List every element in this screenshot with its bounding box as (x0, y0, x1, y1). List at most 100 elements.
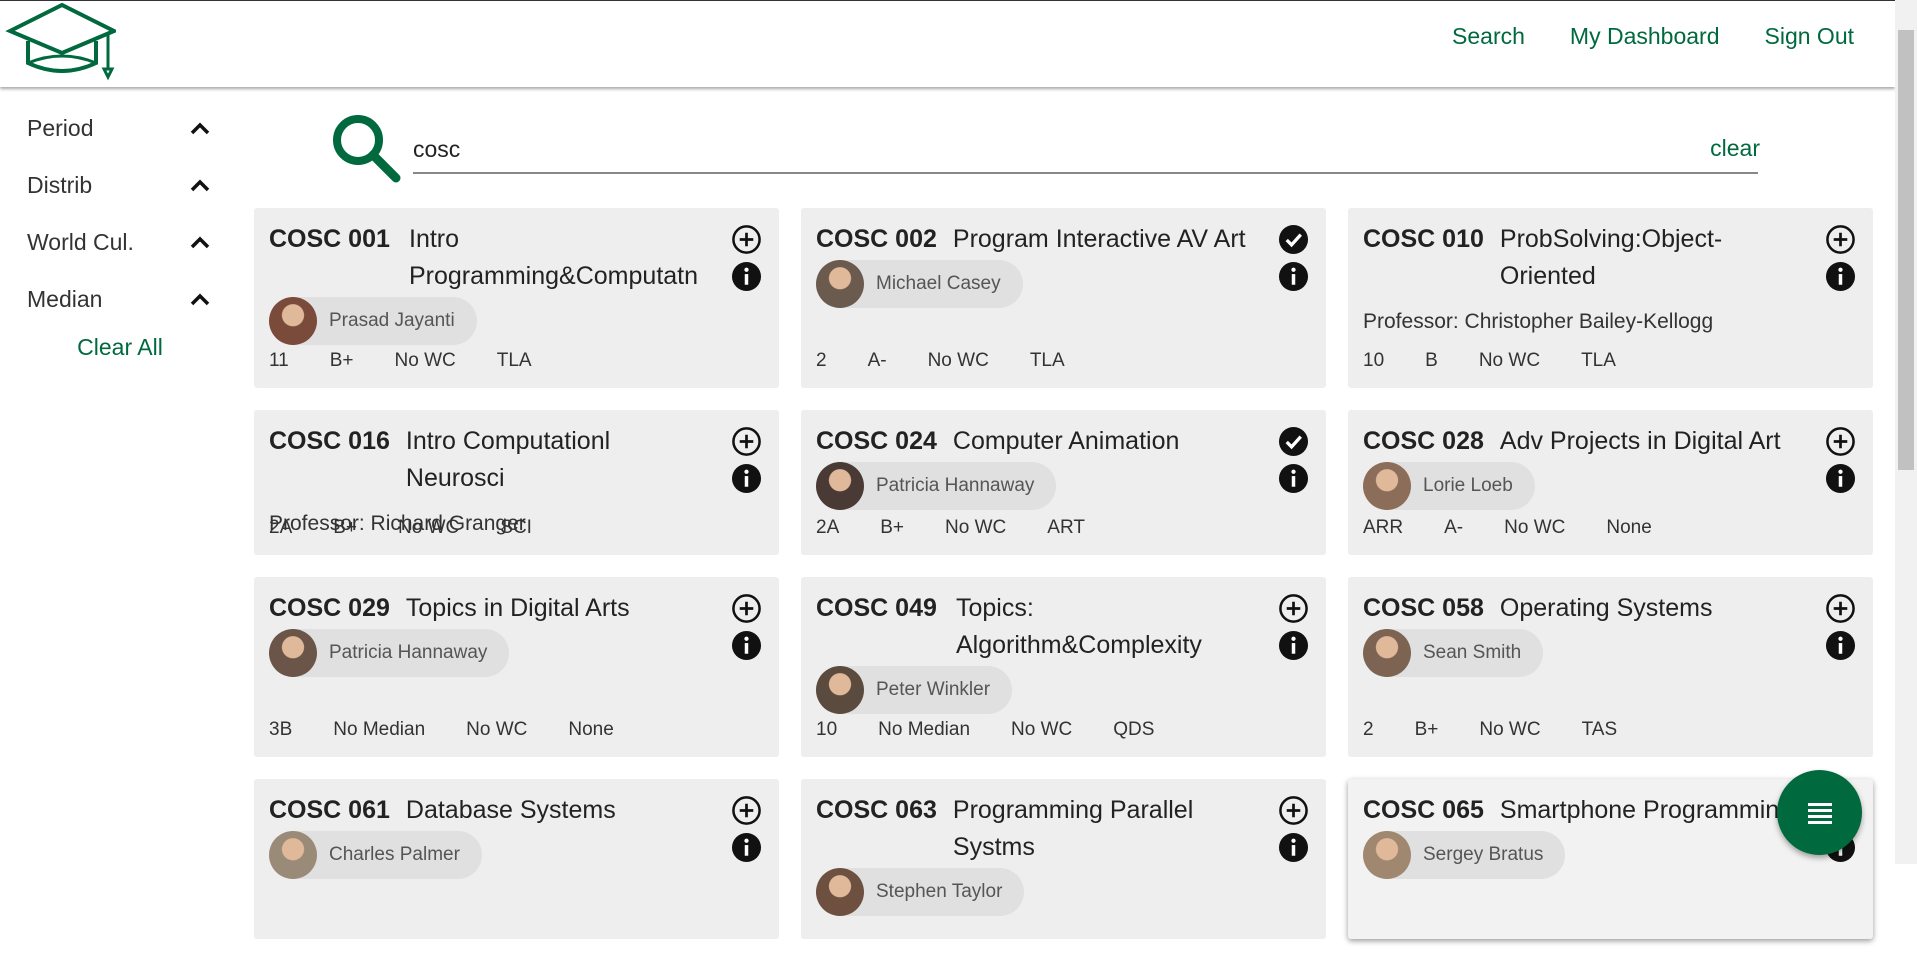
course-stat: 3B (269, 719, 293, 740)
info-icon[interactable] (1278, 630, 1309, 661)
filter-sidebar: Period Distrib World Cul. Median Clear A… (0, 100, 230, 361)
clear-all-button[interactable]: Clear All (0, 334, 230, 361)
graduation-cap-logo[interactable] (4, 1, 116, 83)
filter-period[interactable]: Period (0, 100, 230, 157)
filter-median[interactable]: Median (0, 271, 230, 328)
course-actions (1278, 426, 1309, 494)
add-circle-icon[interactable] (731, 426, 762, 457)
info-icon[interactable] (731, 261, 762, 292)
avatar (269, 297, 317, 345)
top-nav: Search My Dashboard Sign Out (1452, 23, 1854, 50)
avatar (269, 629, 317, 677)
chevron-up-icon[interactable] (188, 174, 212, 198)
course-title: COSC 028 Adv Projects in Digital Art (1363, 423, 1858, 460)
course-title: COSC 058 Operating Systems (1363, 590, 1858, 627)
course-stats: 3B No Median No WC None (269, 719, 655, 741)
page-scrollbar[interactable] (1895, 0, 1917, 864)
professor-chip[interactable]: Michael Casey (816, 260, 1023, 308)
course-name: Database Systems (405, 796, 616, 824)
course-stat: No WC (1478, 350, 1541, 371)
professor-chip[interactable]: Sean Smith (1363, 629, 1544, 677)
professor-chip[interactable]: Patricia Hannaway (816, 462, 1057, 510)
add-circle-icon[interactable] (1278, 593, 1309, 624)
course-card[interactable]: COSC 049 Topics: Algorithm&Complexity Pete… (801, 577, 1326, 757)
professor-chip[interactable]: Sergey Bratus (1363, 831, 1566, 879)
avatar (1363, 462, 1411, 510)
top-bar: Search My Dashboard Sign Out (0, 0, 1895, 87)
course-stats: 10 B No WC TLA (1363, 350, 1657, 372)
professor-name: Patricia Hannaway (876, 475, 1035, 496)
menu-fab-button[interactable] (1777, 770, 1862, 855)
info-icon[interactable] (1278, 832, 1309, 863)
course-stat: 2 (816, 350, 827, 371)
info-icon[interactable] (1825, 261, 1856, 292)
avatar (816, 462, 864, 510)
course-card[interactable]: COSC 016 Intro Computationl Neurosci Profe… (254, 410, 779, 555)
add-circle-icon[interactable] (1825, 593, 1856, 624)
course-card[interactable]: COSC 061 Database Systems Charles Palmer (254, 779, 779, 939)
course-card[interactable]: COSC 058 Operating Systems Sean Smith 2 B+ No… (1348, 577, 1873, 757)
course-stats: 2A B+ No WC SCI (269, 517, 573, 539)
course-stat: No WC (1479, 719, 1541, 740)
course-name: Topics: Algorithm&Complexity (956, 594, 1202, 659)
info-icon[interactable] (1278, 261, 1309, 292)
professor-chip[interactable]: Patricia Hannaway (269, 629, 510, 677)
chevron-up-icon[interactable] (188, 231, 212, 255)
professor-chip[interactable]: Charles Palmer (269, 831, 482, 879)
professor-chip[interactable]: Peter Winkler (816, 666, 1013, 714)
info-icon[interactable] (731, 630, 762, 661)
course-stat: No WC (1504, 517, 1566, 538)
course-stat: No WC (945, 517, 1007, 538)
add-circle-icon[interactable] (731, 593, 762, 624)
chevron-up-icon[interactable] (188, 288, 212, 312)
info-icon[interactable] (1278, 463, 1309, 494)
check-circle-icon[interactable] (1278, 224, 1309, 255)
info-icon[interactable] (731, 832, 762, 863)
add-circle-icon[interactable] (731, 795, 762, 826)
nav-signout-link[interactable]: Sign Out (1765, 23, 1855, 50)
add-circle-icon[interactable] (1825, 224, 1856, 255)
chevron-up-icon[interactable] (188, 117, 212, 141)
course-stat: A- (1444, 517, 1464, 538)
course-stat: A- (867, 350, 887, 371)
course-title: COSC 016 Intro Computationl Neurosci (269, 423, 764, 497)
professor-chip[interactable]: Prasad Jayanti (269, 297, 477, 345)
course-name: Computer Animation (952, 427, 1180, 455)
course-card[interactable]: COSC 028 Adv Projects in Digital Art Lorie… (1348, 410, 1873, 555)
course-stat: No Median (878, 719, 971, 740)
course-code: COSC 024 (816, 427, 937, 455)
professor-chip[interactable]: Lorie Loeb (1363, 462, 1535, 510)
course-card[interactable]: COSC 001 Intro Programming&Computatn Prasa… (254, 208, 779, 388)
course-card[interactable]: COSC 010 ProbSolving:Object-Oriented Profe… (1348, 208, 1873, 388)
professor-name: Stephen Taylor (876, 881, 1003, 902)
nav-dashboard-link[interactable]: My Dashboard (1570, 23, 1720, 50)
info-icon[interactable] (1825, 463, 1856, 494)
add-circle-icon[interactable] (731, 224, 762, 255)
filter-label: Median (27, 286, 103, 312)
course-title: COSC 002 Program Interactive AV Art (816, 221, 1311, 258)
filter-distrib[interactable]: Distrib (0, 157, 230, 214)
course-stat: ARR (1363, 517, 1404, 538)
course-stat: No WC (927, 350, 989, 371)
professor-chip[interactable]: Stephen Taylor (816, 868, 1025, 916)
info-icon[interactable] (1825, 630, 1856, 661)
check-circle-icon[interactable] (1278, 426, 1309, 457)
add-circle-icon[interactable] (1278, 795, 1309, 826)
filter-world-culture[interactable]: World Cul. (0, 214, 230, 271)
scrollbar-thumb[interactable] (1898, 30, 1914, 470)
professor-name: Patricia Hannaway (329, 642, 488, 663)
course-actions (1825, 593, 1856, 661)
course-card[interactable]: COSC 029 Topics in Digital Arts Patricia H… (254, 577, 779, 757)
course-card[interactable]: COSC 002 Program Interactive AV Art Michae… (801, 208, 1326, 388)
search-clear-button[interactable]: clear (1710, 135, 1760, 162)
nav-search-link[interactable]: Search (1452, 23, 1525, 50)
course-card[interactable]: COSC 063 Programming Parallel Systms Steph… (801, 779, 1326, 939)
info-icon[interactable] (731, 463, 762, 494)
search-input[interactable] (413, 126, 1758, 174)
course-card[interactable]: COSC 024 Computer Animation Patricia Hanna… (801, 410, 1326, 555)
course-title: COSC 001 Intro Programming&Computatn (269, 221, 764, 295)
course-name: ProbSolving:Object-Oriented (1499, 225, 1723, 290)
course-stats: 10 No Median No WC QDS (816, 719, 1195, 741)
add-circle-icon[interactable] (1825, 426, 1856, 457)
course-stat: 2 (1363, 719, 1374, 740)
